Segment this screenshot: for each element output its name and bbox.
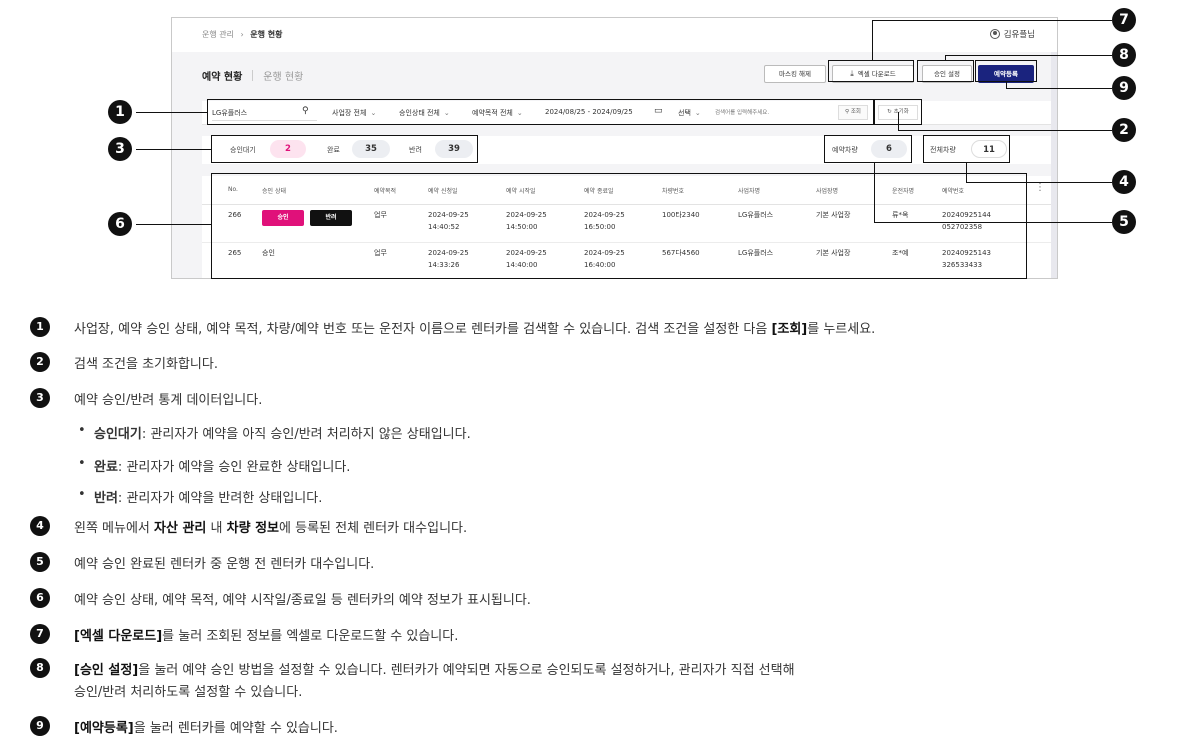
- callout-marker-5: 5: [1112, 210, 1136, 234]
- leader-line: [136, 112, 207, 113]
- leader-line: [945, 55, 1112, 56]
- legend-marker: 1: [30, 317, 50, 337]
- leader-line: [874, 163, 875, 222]
- tab-divider: [252, 70, 254, 81]
- leader-line: [898, 112, 899, 130]
- top-bar: 운행 관리 › 운행 현황 김유플님: [172, 18, 1057, 52]
- tab-reservation-status[interactable]: 예약 현황: [202, 72, 242, 83]
- legend-marker: 7: [30, 624, 50, 644]
- callout-box-1: [207, 99, 874, 125]
- callout-box-5: [824, 135, 912, 163]
- tab-driving-status[interactable]: 운행 현황: [263, 72, 303, 83]
- user-name: 김유플님: [1003, 30, 1035, 40]
- legend-marker: 4: [30, 516, 50, 536]
- callout-marker-1: 1: [108, 100, 132, 124]
- legend-marker: 5: [30, 552, 50, 572]
- legend-marker: 2: [30, 352, 50, 372]
- callout-box-6: [211, 173, 1027, 279]
- breadcrumb: 운행 관리 › 운행 현황: [202, 29, 283, 40]
- page-tabs: 예약 현황 운행 현황: [202, 68, 303, 83]
- callout-box-8: [917, 60, 974, 82]
- breadcrumb-current: 운행 현황: [250, 30, 283, 39]
- callout-marker-6: 6: [108, 212, 132, 236]
- leader-line: [1006, 88, 1112, 89]
- callout-marker-2: 2: [1112, 118, 1136, 142]
- breadcrumb-parent[interactable]: 운행 관리: [202, 30, 234, 39]
- leader-line: [136, 224, 211, 225]
- more-options-icon[interactable]: ⋮: [1035, 182, 1045, 193]
- callout-marker-7: 7: [1112, 8, 1136, 32]
- leader-line: [966, 163, 967, 182]
- vertical-scrollbar[interactable]: [1051, 52, 1057, 278]
- leader-line: [966, 182, 1112, 183]
- legend-marker: 8: [30, 658, 50, 678]
- leader-line: [136, 149, 211, 150]
- callout-marker-8: 8: [1112, 43, 1136, 67]
- callout-box-4: [923, 135, 1010, 163]
- legend-marker: 3: [30, 388, 50, 408]
- legend-marker: 9: [30, 716, 50, 736]
- legend-marker: 6: [30, 588, 50, 608]
- callout-marker-4: 4: [1112, 170, 1136, 194]
- leader-line: [872, 20, 1112, 21]
- callout-marker-9: 9: [1112, 76, 1136, 100]
- leader-line: [872, 20, 873, 60]
- callout-box-9: [975, 60, 1037, 82]
- breadcrumb-separator: ›: [240, 30, 244, 39]
- leader-line: [874, 222, 1112, 223]
- callout-box-7: [828, 60, 914, 82]
- callout-marker-3: 3: [108, 137, 132, 161]
- user-icon: [989, 29, 1000, 39]
- callout-box-3: [211, 135, 478, 163]
- leader-line: [898, 130, 1112, 131]
- user-menu[interactable]: 김유플님: [989, 28, 1035, 40]
- mask-release-button[interactable]: 마스킹 해제: [764, 65, 826, 83]
